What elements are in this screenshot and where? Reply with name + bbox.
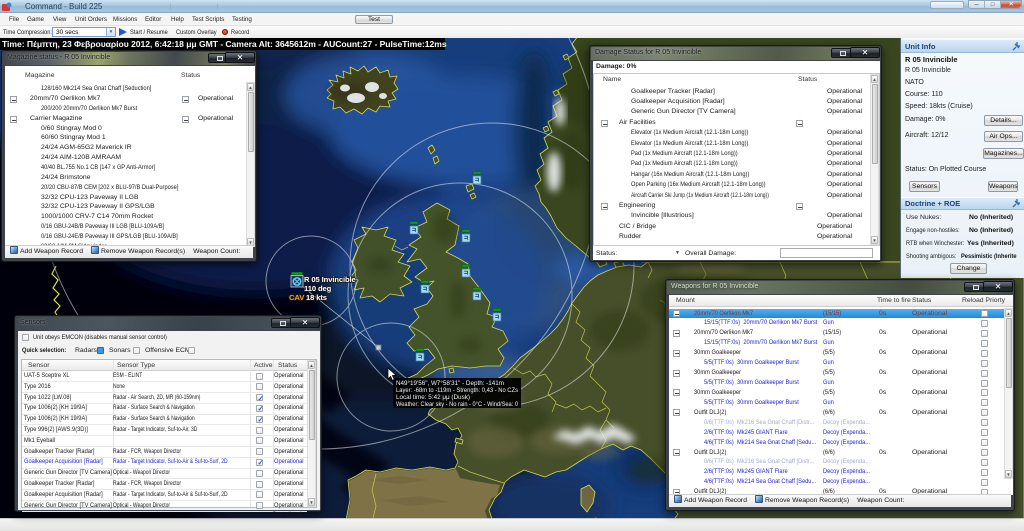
svg-text:18 kts: 18 kts xyxy=(306,293,327,302)
svg-text:Local time: 5:42 μμ (Dusk): Local time: 5:42 μμ (Dusk) xyxy=(396,394,470,401)
svg-text:R 05 Invincible: R 05 Invincible xyxy=(304,275,356,284)
svg-text:CAV: CAV xyxy=(289,293,305,302)
svg-text:Weather: Clear sky - No rain -: Weather: Clear sky - No rain - 0°C - Win… xyxy=(396,400,518,408)
svg-text:Layer: -68m to -119m - Strengt: Layer: -68m to -119m - Strength: 0,43 - … xyxy=(396,387,518,394)
svg-text:N49°19'56", W7°58'31" - Depth:: N49°19'56", W7°58'31" - Depth: -141m xyxy=(396,379,504,387)
svg-text:110 deg: 110 deg xyxy=(304,284,332,293)
